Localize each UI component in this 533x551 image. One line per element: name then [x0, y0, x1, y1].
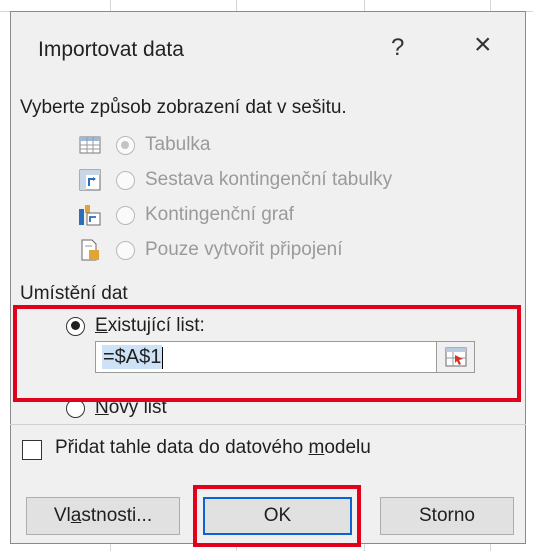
connection-only-radio [116, 240, 135, 260]
pivot-chart-option-label: Kontingenční graf [145, 204, 294, 225]
pivot-table-radio [116, 170, 135, 190]
connection-icon [78, 238, 102, 262]
data-model-label[interactable]: Přidat tahle data do datového modelu [55, 437, 371, 459]
table-option-label: Tabulka [145, 134, 211, 155]
pivot-table-icon [78, 168, 102, 192]
highlight-ok-button [193, 485, 361, 547]
close-button[interactable]: × [474, 28, 492, 62]
option-pivot-table: Sestava kontingenční tabulky [78, 167, 392, 193]
data-model-checkbox[interactable] [22, 440, 42, 460]
pivot-chart-icon [78, 203, 102, 227]
highlight-existing-sheet [13, 305, 521, 402]
pivot-chart-radio [116, 205, 135, 225]
option-pivot-chart: Kontingenční graf [78, 202, 294, 228]
display-section-label: Vyberte způsob zobrazení dat v sešitu. [20, 97, 347, 118]
divider [10, 424, 526, 425]
table-icon [78, 133, 102, 157]
help-button[interactable]: ? [391, 34, 404, 62]
option-table: Tabulka [78, 132, 211, 158]
table-radio [116, 135, 135, 155]
dialog-title: Importovat data [38, 38, 184, 61]
cancel-button[interactable]: Storno [380, 497, 514, 535]
option-connection-only: Pouze vytvořit připojení [78, 237, 343, 263]
connection-only-option-label: Pouze vytvořit připojení [145, 239, 343, 260]
properties-button[interactable]: Vl a stnosti... [26, 497, 180, 535]
location-section-label: Umístění dat [20, 283, 128, 304]
import-data-dialog: Importovat data ? × [10, 11, 526, 544]
pivot-table-option-label: Sestava kontingenční tabulky [145, 169, 393, 190]
